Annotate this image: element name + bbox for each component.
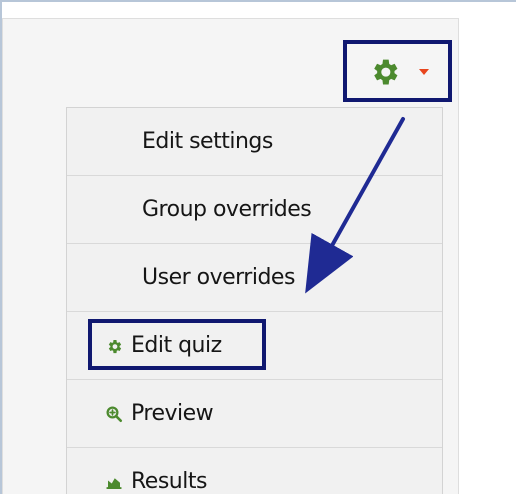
menu-item-user-overrides[interactable]: User overrides	[67, 244, 442, 312]
chart-icon	[106, 477, 122, 489]
menu-item-preview[interactable]: Preview	[67, 380, 442, 448]
caret-down-icon	[418, 69, 429, 75]
settings-dropdown-menu: Edit settings Group overrides User overr…	[66, 107, 443, 494]
menu-item-label: Results	[131, 469, 207, 494]
menu-item-label: Edit quiz	[131, 333, 222, 358]
settings-menu-trigger[interactable]	[343, 40, 452, 102]
zoom-in-icon	[106, 406, 123, 422]
menu-item-label: Edit settings	[142, 129, 273, 154]
screenshot-root: Edit settings Group overrides User overr…	[0, 0, 516, 494]
menu-item-edit-settings[interactable]: Edit settings	[67, 108, 442, 176]
menu-item-results[interactable]: Results	[67, 448, 442, 494]
menu-item-label: User overrides	[142, 265, 295, 290]
gear-icon	[373, 59, 397, 85]
menu-item-edit-quiz[interactable]: Edit quiz	[67, 312, 442, 380]
menu-item-label: Preview	[131, 401, 214, 426]
gear-icon	[108, 339, 122, 353]
menu-item-label: Group overrides	[142, 197, 312, 222]
menu-item-group-overrides[interactable]: Group overrides	[67, 176, 442, 244]
